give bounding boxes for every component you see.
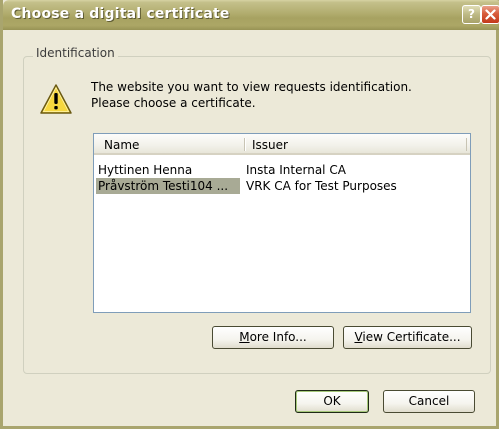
title-bar[interactable]: Choose a digital certificate ? [3, 0, 499, 30]
more-info-label: ore Info... [249, 330, 307, 344]
window-title: Choose a digital certificate [11, 6, 230, 22]
column-separator[interactable] [466, 138, 467, 151]
list-item[interactable]: Hyttinen Henna Insta Internal CA [94, 162, 470, 178]
message-line-2: Please choose a certificate. [91, 96, 256, 110]
certificate-name: Hyttinen Henna [98, 163, 193, 177]
view-certificate-button[interactable]: View Certificate... [343, 326, 472, 349]
close-icon [485, 9, 496, 20]
more-info-button[interactable]: More Info... [212, 326, 334, 349]
close-button[interactable] [481, 5, 499, 24]
dialog-window: Choose a digital certificate ? Identific… [0, 0, 499, 429]
column-separator[interactable] [244, 138, 246, 151]
column-header-issuer[interactable]: Issuer [252, 138, 288, 152]
column-header-name[interactable]: Name [104, 138, 139, 152]
warning-icon [40, 84, 72, 114]
help-button[interactable]: ? [462, 5, 481, 24]
view-certificate-label: iew Certificate... [362, 330, 461, 344]
more-info-accel: M [239, 330, 250, 344]
certificate-name: Pråvström Testi104 ... [96, 178, 240, 194]
message-line-1: The website you want to view requests id… [91, 80, 412, 94]
certificate-list[interactable]: Name Issuer Hyttinen Henna Insta Interna… [93, 133, 471, 313]
certificate-issuer: Insta Internal CA [246, 163, 346, 177]
help-icon: ? [468, 7, 475, 21]
list-item-selected[interactable]: Pråvström Testi104 ... VRK CA for Test P… [94, 178, 470, 194]
list-header: Name Issuer [94, 134, 470, 155]
cancel-button[interactable]: Cancel [383, 390, 475, 413]
certificate-issuer: VRK CA for Test Purposes [246, 179, 397, 193]
ok-button[interactable]: OK [295, 390, 369, 413]
group-legend: Identification [33, 46, 118, 60]
